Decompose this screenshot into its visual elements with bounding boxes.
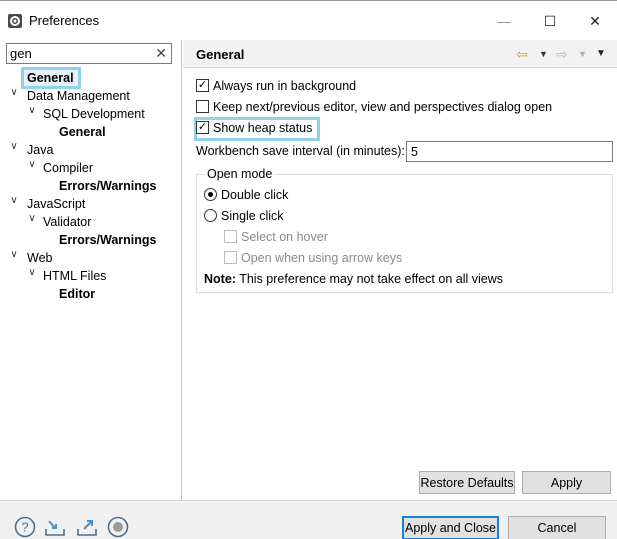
cancel-button[interactable]: Cancel — [508, 516, 606, 539]
tree-item-web[interactable]: Web — [27, 249, 52, 267]
filter-input[interactable] — [10, 45, 150, 62]
tree-item-java[interactable]: Java — [27, 141, 53, 159]
window-title: Preferences — [29, 13, 100, 28]
page-header: General ⇦ ▼ ⇨ ▼ ▼ — [183, 40, 617, 68]
tree-item-sql-development[interactable]: SQL Development — [43, 105, 145, 123]
svg-text:?: ? — [21, 520, 28, 535]
preference-page: General ⇦ ▼ ⇨ ▼ ▼ ✓ Always run in backgr… — [183, 40, 617, 500]
double-click-label: Double click — [221, 188, 289, 202]
tree-item-data-management[interactable]: Data Management — [27, 87, 130, 105]
tree-item-editor[interactable]: Editor — [59, 285, 95, 303]
tree-item-sql-general[interactable]: General — [59, 123, 106, 141]
title-bar: Preferences — ☐ ✕ — [0, 0, 617, 40]
close-button[interactable]: ✕ — [572, 6, 617, 36]
tree-item-html-files[interactable]: HTML Files — [43, 267, 106, 285]
back-arrow-icon[interactable]: ⇦ — [516, 46, 528, 63]
note-text: This preference may not take effect on a… — [239, 272, 503, 286]
note-label: Note: — [204, 272, 236, 286]
open-mode-note: Note: This preference may not take effec… — [204, 270, 503, 288]
help-icon[interactable]: ? — [14, 516, 36, 538]
maximize-button[interactable]: ☐ — [527, 6, 573, 36]
tree-item-javascript[interactable]: JavaScript — [27, 195, 85, 213]
tree-item-compiler[interactable]: Compiler — [43, 159, 93, 177]
select-on-hover-checkbox — [224, 230, 237, 243]
open-mode-group: Open mode Double click Single click Sele… — [196, 167, 613, 293]
tree-item-general[interactable]: General — [27, 69, 74, 87]
chevron-down-icon[interactable]: ∨ — [9, 195, 19, 213]
apply-button[interactable]: Apply — [522, 471, 611, 494]
forward-menu-icon[interactable]: ▼ — [578, 49, 587, 59]
tree-item-validator[interactable]: Validator — [43, 213, 91, 231]
save-interval-label: Workbench save interval (in minutes): — [196, 144, 405, 158]
open-mode-title: Open mode — [205, 167, 275, 181]
chevron-down-icon[interactable]: ∨ — [27, 213, 37, 231]
show-heap-status-checkbox[interactable]: ✓ — [196, 121, 209, 134]
save-interval-input[interactable] — [406, 141, 613, 162]
dialog-footer: ? Apply and Close Cancel — [0, 500, 617, 539]
import-icon[interactable] — [44, 516, 66, 538]
page-title: General — [196, 47, 245, 62]
open-arrow-keys-checkbox — [224, 251, 237, 264]
chevron-down-icon[interactable]: ∨ — [27, 159, 37, 177]
chevron-down-icon[interactable]: ∨ — [27, 267, 37, 285]
always-run-background-label: Always run in background — [213, 79, 357, 93]
filter-box: ✕ — [6, 43, 172, 64]
chevron-down-icon[interactable]: ∨ — [9, 141, 19, 159]
tree-item-js-errors-warnings[interactable]: Errors/Warnings — [59, 231, 156, 249]
keep-next-prev-label: Keep next/previous editor, view and pers… — [213, 100, 553, 114]
export-icon[interactable] — [76, 516, 98, 538]
open-arrow-keys-label: Open when using arrow keys — [241, 251, 403, 265]
preferences-tree-panel: ✕ General ∨ Data Management ∨ SQL Develo… — [0, 40, 182, 500]
single-click-label: Single click — [221, 209, 284, 223]
select-on-hover-label: Select on hover — [241, 230, 328, 244]
chevron-down-icon[interactable]: ∨ — [9, 87, 19, 105]
record-icon[interactable] — [107, 516, 129, 538]
tree-item-java-errors-warnings[interactable]: Errors/Warnings — [59, 177, 156, 195]
forward-arrow-icon[interactable]: ⇨ — [556, 46, 568, 63]
always-run-background-checkbox[interactable]: ✓ — [196, 79, 209, 92]
double-click-radio[interactable] — [204, 188, 217, 201]
view-menu-icon[interactable]: ▼ — [596, 48, 606, 59]
apply-and-close-button[interactable]: Apply and Close — [402, 516, 499, 539]
keep-next-prev-checkbox[interactable] — [196, 100, 209, 113]
chevron-down-icon[interactable]: ∨ — [9, 249, 19, 267]
back-menu-icon[interactable]: ▼ — [539, 49, 548, 59]
clear-filter-icon[interactable]: ✕ — [155, 45, 167, 62]
chevron-down-icon[interactable]: ∨ — [27, 105, 37, 123]
single-click-radio[interactable] — [204, 209, 217, 222]
restore-defaults-button[interactable]: Restore Defaults — [419, 471, 515, 494]
preferences-gear-icon — [8, 14, 22, 28]
show-heap-status-label: Show heap status — [213, 121, 313, 135]
minimize-button[interactable]: — — [481, 6, 527, 36]
